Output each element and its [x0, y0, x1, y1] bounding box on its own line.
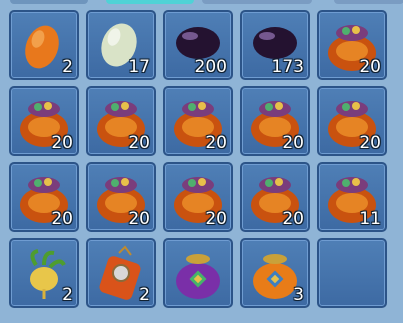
tab-strip — [0, 0, 403, 6]
item-quantity: 20 — [282, 133, 304, 153]
item-quantity: 20 — [51, 209, 73, 229]
item-quantity: 20 — [282, 209, 304, 229]
inventory-slot[interactable]: 2 — [9, 238, 79, 308]
inventory-slot[interactable] — [163, 238, 233, 308]
inventory-slot[interactable]: 20 — [163, 162, 233, 232]
inventory-slot[interactable]: 2 — [86, 238, 156, 308]
item-quantity: 20 — [128, 209, 150, 229]
item-quantity: 173 — [271, 57, 304, 77]
tab-2-active[interactable] — [106, 0, 194, 4]
item-quantity: 11 — [359, 209, 381, 229]
item-quantity: 20 — [205, 133, 227, 153]
inventory-slot[interactable]: 173 — [240, 10, 310, 80]
item-quantity: 200 — [194, 57, 227, 77]
inventory-slot[interactable]: 20 — [86, 86, 156, 156]
tab-4[interactable] — [334, 0, 403, 4]
inventory-slot[interactable]: 3 — [240, 238, 310, 308]
inventory-slot[interactable]: 17 — [86, 10, 156, 80]
inventory-slot[interactable]: 20 — [240, 162, 310, 232]
purple-pouch-icon — [176, 254, 220, 299]
tab-1[interactable] — [10, 0, 88, 4]
inventory-slot[interactable]: 2 — [9, 10, 79, 80]
item-quantity: 20 — [359, 57, 381, 77]
item-quantity: 20 — [359, 133, 381, 153]
item-quantity: 2 — [62, 57, 73, 77]
inventory-slot[interactable]: 20 — [9, 86, 79, 156]
inventory-slot[interactable]: 20 — [317, 10, 387, 80]
tab-3[interactable] — [202, 0, 312, 4]
item-quantity: 2 — [62, 285, 73, 305]
item-quantity: 17 — [128, 57, 150, 77]
inventory-slot[interactable]: 11 — [317, 162, 387, 232]
inventory-slot[interactable]: 20 — [86, 162, 156, 232]
item-quantity: 20 — [51, 133, 73, 153]
item-quantity: 3 — [293, 285, 304, 305]
inventory-slot[interactable]: 200 — [163, 10, 233, 80]
item-quantity: 20 — [128, 133, 150, 153]
inventory-slot[interactable]: 20 — [9, 162, 79, 232]
item-quantity: 20 — [205, 209, 227, 229]
inventory-slot[interactable]: 20 — [240, 86, 310, 156]
inventory-grid: 2 17 200 173 20 20 20 20 20 20 20 20 20 … — [9, 10, 387, 308]
inventory-slot[interactable]: 20 — [317, 86, 387, 156]
item-quantity: 2 — [139, 285, 150, 305]
inventory-slot-empty[interactable] — [317, 238, 387, 308]
inventory-slot[interactable]: 20 — [163, 86, 233, 156]
